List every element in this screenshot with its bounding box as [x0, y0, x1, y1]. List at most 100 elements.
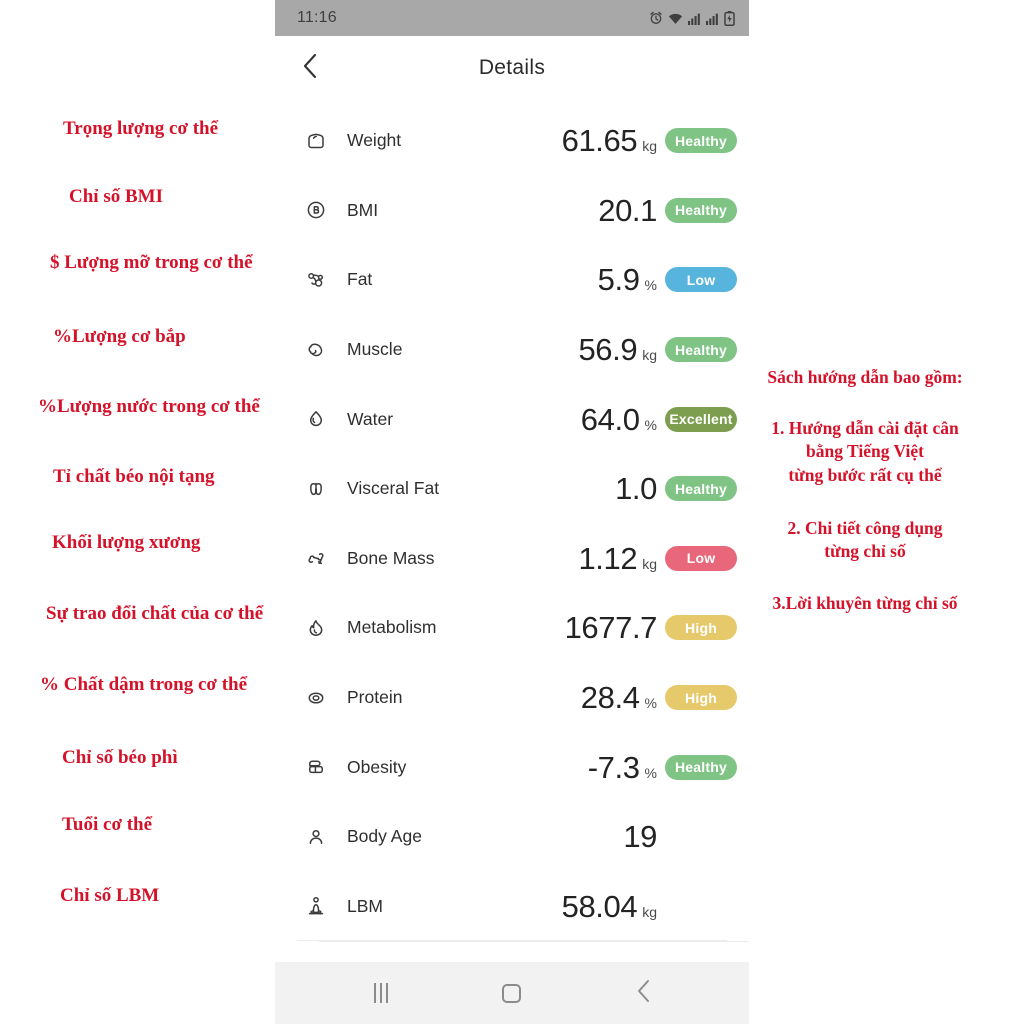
status-badge: Healthy: [665, 197, 737, 223]
metric-row[interactable]: Protein 28.4% High: [275, 663, 749, 733]
metric-unit: kg: [642, 555, 657, 572]
metric-value-group: 1.12 kg: [497, 543, 665, 574]
metric-value-group: 61.65 kg: [497, 125, 665, 156]
metric-label: Fat: [347, 269, 373, 290]
alarm-icon: [649, 11, 663, 25]
annotation-line: từng bước rất cụ thể: [788, 464, 942, 485]
metric-list: Weight 61.65 kg Healthy BMI 20.1 Healthy Fat 5.9…: [275, 100, 749, 942]
metric-list-container: Weight 61.65 kg Healthy BMI 20.1 Healthy Fat 5.9…: [275, 100, 749, 943]
nav-back-button[interactable]: [613, 973, 673, 1013]
status-badge: High: [665, 685, 737, 711]
obesity-icon: [297, 754, 335, 780]
metric-unit: kg: [642, 903, 657, 920]
metric-value: 61.65: [561, 123, 638, 159]
metric-label: Muscle: [347, 339, 403, 360]
recents-button[interactable]: [351, 973, 411, 1013]
chevron-left-icon: [301, 53, 319, 84]
left-annotation: Chỉ số béo phì: [62, 747, 178, 768]
metric-badge-slot: Healthy: [665, 754, 749, 780]
metric-row[interactable]: LBM 58.04 kg: [275, 872, 749, 942]
metric-label: Body Age: [347, 826, 422, 847]
wifi-icon: [668, 12, 683, 25]
right-annotation-block: Sách hướng dẫn bao gồm:: [726, 366, 1004, 389]
status-badge: Low: [665, 267, 737, 293]
metric-row[interactable]: Weight 61.65 kg Healthy: [275, 106, 749, 176]
annotation-line: 1. Hướng dẫn cài đặt cân: [771, 418, 959, 438]
metric-row[interactable]: Obesity -7.3% Healthy: [275, 732, 749, 802]
left-annotation: Tỉ chất béo nội tạng: [53, 466, 215, 487]
status-icon-group: [649, 10, 735, 26]
metric-row[interactable]: Body Age 19: [275, 802, 749, 872]
metric-row[interactable]: Bone Mass 1.12 kg Low: [275, 524, 749, 594]
annotation-heading: Sách hướng dẫn bao gồm:: [767, 367, 963, 387]
metric-value: 20.1: [598, 192, 657, 228]
metric-row[interactable]: BMI 20.1 Healthy: [275, 176, 749, 246]
left-annotation: % Chất dậm trong cơ thể: [40, 674, 248, 695]
phone-screen: 11:16 Details Weight 61.65 kg Healthy BM…: [275, 0, 749, 1024]
metric-unit: kg: [642, 347, 657, 364]
metric-label: BMI: [347, 199, 379, 220]
metric-unit: %: [644, 695, 657, 712]
metric-row[interactable]: Metabolism 1677.7 High: [275, 593, 749, 663]
left-annotation: Sự trao đổi chất của cơ thể: [46, 603, 264, 624]
metric-unit: kg: [642, 138, 657, 155]
metric-row[interactable]: Fat 5.9% Low: [275, 245, 749, 315]
metric-value-group: -7.3%: [497, 752, 665, 783]
bmi-circle-icon: [297, 197, 335, 223]
left-annotation: Khối lượng xương: [52, 532, 201, 553]
app-bar: Details: [275, 36, 749, 100]
weight-scale-icon: [297, 128, 335, 154]
lbm-scale-icon: [297, 893, 335, 919]
recents-icon: [373, 983, 388, 1003]
status-badge: Healthy: [665, 337, 737, 363]
metric-label: Metabolism: [347, 617, 437, 638]
metric-label: Water: [347, 408, 394, 429]
person-icon: [297, 824, 335, 850]
android-navigation-bar: [275, 962, 749, 1024]
organs-icon: [297, 476, 335, 502]
left-annotation: %Lượng nước trong cơ thể: [38, 396, 260, 417]
metric-label: Visceral Fat: [347, 478, 440, 499]
left-annotation: Chỉ số LBM: [60, 885, 160, 906]
metric-badge-slot: Healthy: [665, 197, 749, 223]
status-bar: 11:16: [275, 0, 749, 36]
metric-unit: %: [644, 764, 657, 781]
metric-row[interactable]: Water 64.0% Excellent: [275, 384, 749, 454]
status-badge: High: [665, 615, 737, 641]
metric-value-group: 1677.7: [497, 612, 665, 643]
metric-value-group: 64.0%: [497, 404, 665, 435]
metric-value: 19: [623, 819, 657, 855]
screenshot-root: 11:16 Details Weight 61.65 kg Healthy BM…: [0, 0, 1024, 1024]
back-button[interactable]: [293, 51, 327, 85]
right-annotation-item-1: 1. Hướng dẫn cài đặt cân bằng Tiếng Việt…: [726, 417, 1004, 487]
metric-badge-slot: High: [665, 615, 749, 641]
left-annotation: Trọng lượng cơ thể: [63, 118, 219, 139]
metric-row[interactable]: Visceral Fat 1.0 Healthy: [275, 454, 749, 524]
metric-value-group: 20.1: [497, 195, 665, 226]
metric-value: 28.4: [580, 680, 640, 716]
metric-value-group: 28.4%: [497, 682, 665, 713]
muscle-arm-icon: [297, 337, 335, 363]
metric-label: Weight: [347, 130, 402, 151]
metric-badge-slot: Healthy: [665, 128, 749, 154]
metric-value: 56.9: [578, 332, 638, 368]
home-button[interactable]: [482, 973, 542, 1013]
metric-row[interactable]: Muscle 56.9 kg Healthy: [275, 315, 749, 385]
metric-value: -7.3: [587, 749, 640, 785]
left-annotation: Tuổi cơ thể: [62, 814, 153, 835]
status-badge: Healthy: [665, 128, 737, 154]
signal-icon: [706, 12, 719, 25]
water-drop-icon: [297, 406, 335, 432]
metric-badge-slot: High: [665, 685, 749, 711]
annotation-line: 2. Chi tiết công dụng: [787, 518, 943, 538]
metric-badge-slot: Low: [665, 267, 749, 293]
right-annotation-item-2: 2. Chi tiết công dụng từng chỉ số: [726, 517, 1004, 564]
status-badge: Healthy: [665, 754, 737, 780]
metric-value-group: 58.04 kg: [497, 891, 665, 922]
metric-label: Bone Mass: [347, 547, 435, 568]
annotation-line: bằng Tiếng Việt: [806, 441, 924, 462]
left-annotation: $ Lượng mỡ trong cơ thể: [50, 252, 253, 273]
flame-icon: [297, 615, 335, 641]
metric-value-group: 56.9 kg: [497, 334, 665, 365]
metric-badge-slot: Healthy: [665, 337, 749, 363]
